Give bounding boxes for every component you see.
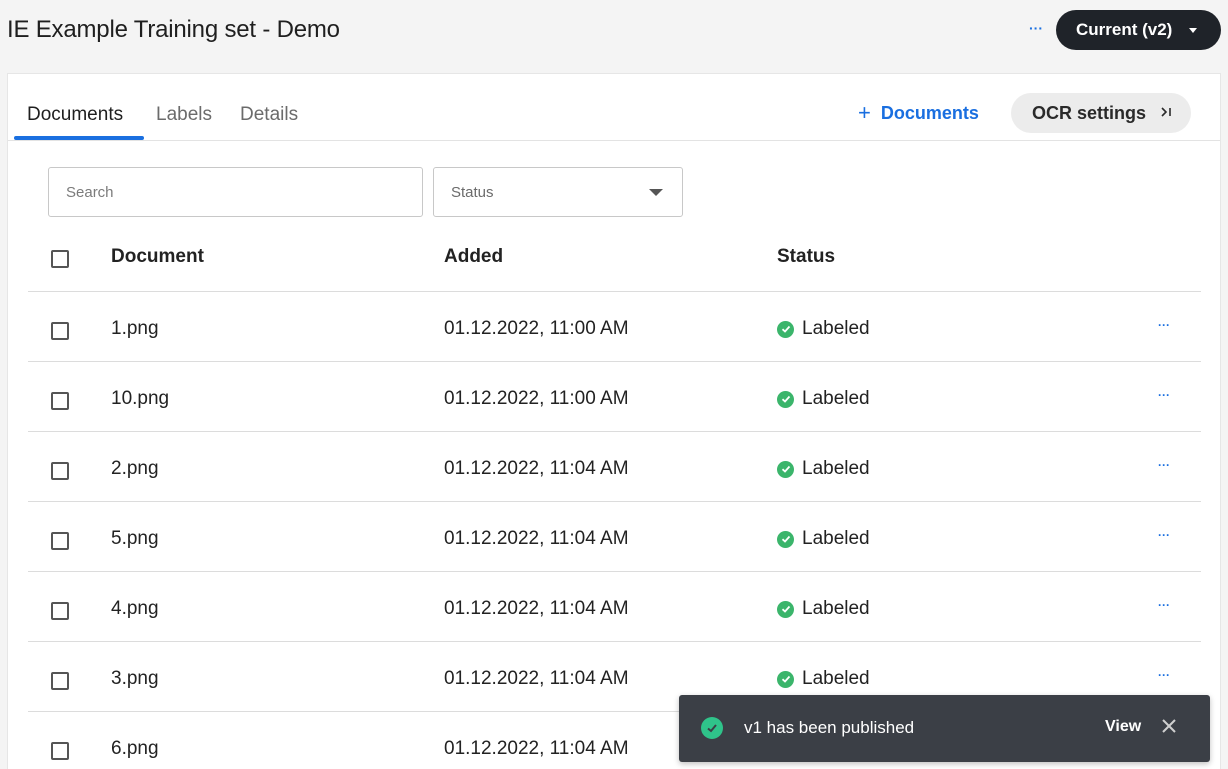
toast-view-button[interactable]: View — [1105, 718, 1141, 736]
ocr-settings-button[interactable]: OCR settings — [1011, 93, 1191, 133]
toast-message: v1 has been published — [744, 718, 915, 737]
labeled-check-icon — [777, 390, 794, 408]
status-text: Labeled — [802, 668, 870, 689]
row-checkbox[interactable] — [51, 742, 69, 760]
caret-down-icon — [1189, 28, 1197, 33]
version-label: Current (v2) — [1076, 20, 1173, 39]
main-card: Documents Labels Details + Documents OCR… — [7, 73, 1221, 769]
document-name[interactable]: 10.png — [111, 388, 169, 410]
more-options-icon[interactable]: ··· — [1026, 18, 1046, 38]
row-more-options-icon[interactable]: ··· — [1154, 389, 1174, 404]
status-cell: Labeled — [777, 388, 870, 410]
status-filter-select[interactable]: Status — [433, 167, 683, 217]
status-filter-label: Status — [451, 183, 494, 201]
added-date: 01.12.2022, 11:04 AM — [444, 528, 629, 549]
added-date: 01.12.2022, 11:00 AM — [444, 318, 629, 339]
row-checkbox[interactable] — [51, 462, 69, 480]
table-header: Document Added Status — [28, 222, 1201, 292]
document-name[interactable]: 2.png — [111, 458, 159, 480]
status-cell: Labeled — [777, 528, 870, 550]
success-check-icon — [701, 717, 723, 739]
toast-notification: v1 has been published View — [679, 695, 1210, 762]
plus-icon: + — [858, 100, 871, 125]
document-name[interactable]: 5.png — [111, 528, 159, 550]
table-row[interactable]: 5.png 01.12.2022, 11:04 AM Labeled ··· — [28, 502, 1201, 572]
row-checkbox[interactable] — [51, 602, 69, 620]
labeled-check-icon — [777, 530, 794, 548]
table-row[interactable]: 2.png 01.12.2022, 11:04 AM Labeled ··· — [28, 432, 1201, 502]
status-cell: Labeled — [777, 598, 870, 620]
tab-details[interactable]: Details — [240, 104, 298, 126]
status-text: Labeled — [802, 598, 870, 619]
active-tab-indicator — [14, 136, 144, 140]
labeled-check-icon — [777, 600, 794, 618]
added-date: 01.12.2022, 11:00 AM — [444, 388, 629, 409]
added-date: 01.12.2022, 11:04 AM — [444, 668, 629, 689]
status-cell: Labeled — [777, 318, 870, 340]
tab-documents[interactable]: Documents — [27, 104, 123, 126]
row-more-options-icon[interactable]: ··· — [1154, 599, 1174, 614]
document-name[interactable]: 6.png — [111, 738, 159, 760]
select-all-checkbox[interactable] — [51, 250, 69, 268]
version-dropdown-button[interactable]: Current (v2) — [1056, 10, 1221, 50]
status-cell: Labeled — [777, 458, 870, 480]
add-documents-label: Documents — [880, 102, 979, 123]
added-date: 01.12.2022, 11:04 AM — [444, 598, 629, 619]
status-text: Labeled — [802, 388, 870, 409]
collapse-right-icon — [1159, 105, 1173, 122]
page-title: IE Example Training set - Demo — [7, 16, 340, 43]
table-row[interactable]: 1.png 01.12.2022, 11:00 AM Labeled ··· — [28, 292, 1201, 362]
column-header-status: Status — [777, 246, 836, 267]
table-row[interactable]: 4.png 01.12.2022, 11:04 AM Labeled ··· — [28, 572, 1201, 642]
row-more-options-icon[interactable]: ··· — [1154, 529, 1174, 544]
row-checkbox[interactable] — [51, 532, 69, 550]
row-more-options-icon[interactable]: ··· — [1154, 669, 1174, 684]
column-header-document: Document — [111, 246, 204, 267]
add-documents-button[interactable]: + Documents — [858, 102, 979, 124]
row-more-options-icon[interactable]: ··· — [1154, 459, 1174, 474]
column-header-added: Added — [444, 246, 504, 267]
added-date: 01.12.2022, 11:04 AM — [444, 458, 629, 479]
tab-labels[interactable]: Labels — [156, 104, 212, 126]
dropdown-arrow-icon — [649, 189, 663, 196]
document-name[interactable]: 4.png — [111, 598, 159, 620]
close-icon[interactable] — [1160, 717, 1178, 737]
search-input[interactable] — [48, 167, 423, 217]
document-name[interactable]: 3.png — [111, 668, 159, 690]
top-bar: IE Example Training set - Demo ··· Curre… — [0, 0, 1228, 66]
status-text: Labeled — [802, 528, 870, 549]
status-text: Labeled — [802, 318, 870, 339]
labeled-check-icon — [777, 670, 794, 688]
status-text: Labeled — [802, 458, 870, 479]
row-more-options-icon[interactable]: ··· — [1154, 319, 1174, 334]
ocr-settings-label: OCR settings — [1032, 102, 1147, 123]
labeled-check-icon — [777, 460, 794, 478]
table-row[interactable]: 10.png 01.12.2022, 11:00 AM Labeled ··· — [28, 362, 1201, 432]
row-checkbox[interactable] — [51, 392, 69, 410]
documents-table: Document Added Status 1.png 01.12.2022, 1… — [28, 222, 1201, 769]
row-checkbox[interactable] — [51, 322, 69, 340]
added-date: 01.12.2022, 11:04 AM — [444, 738, 629, 759]
document-name[interactable]: 1.png — [111, 318, 159, 340]
labeled-check-icon — [777, 320, 794, 338]
status-cell: Labeled — [777, 668, 870, 690]
tab-bar: Documents Labels Details + Documents OCR… — [8, 74, 1220, 141]
row-checkbox[interactable] — [51, 672, 69, 690]
